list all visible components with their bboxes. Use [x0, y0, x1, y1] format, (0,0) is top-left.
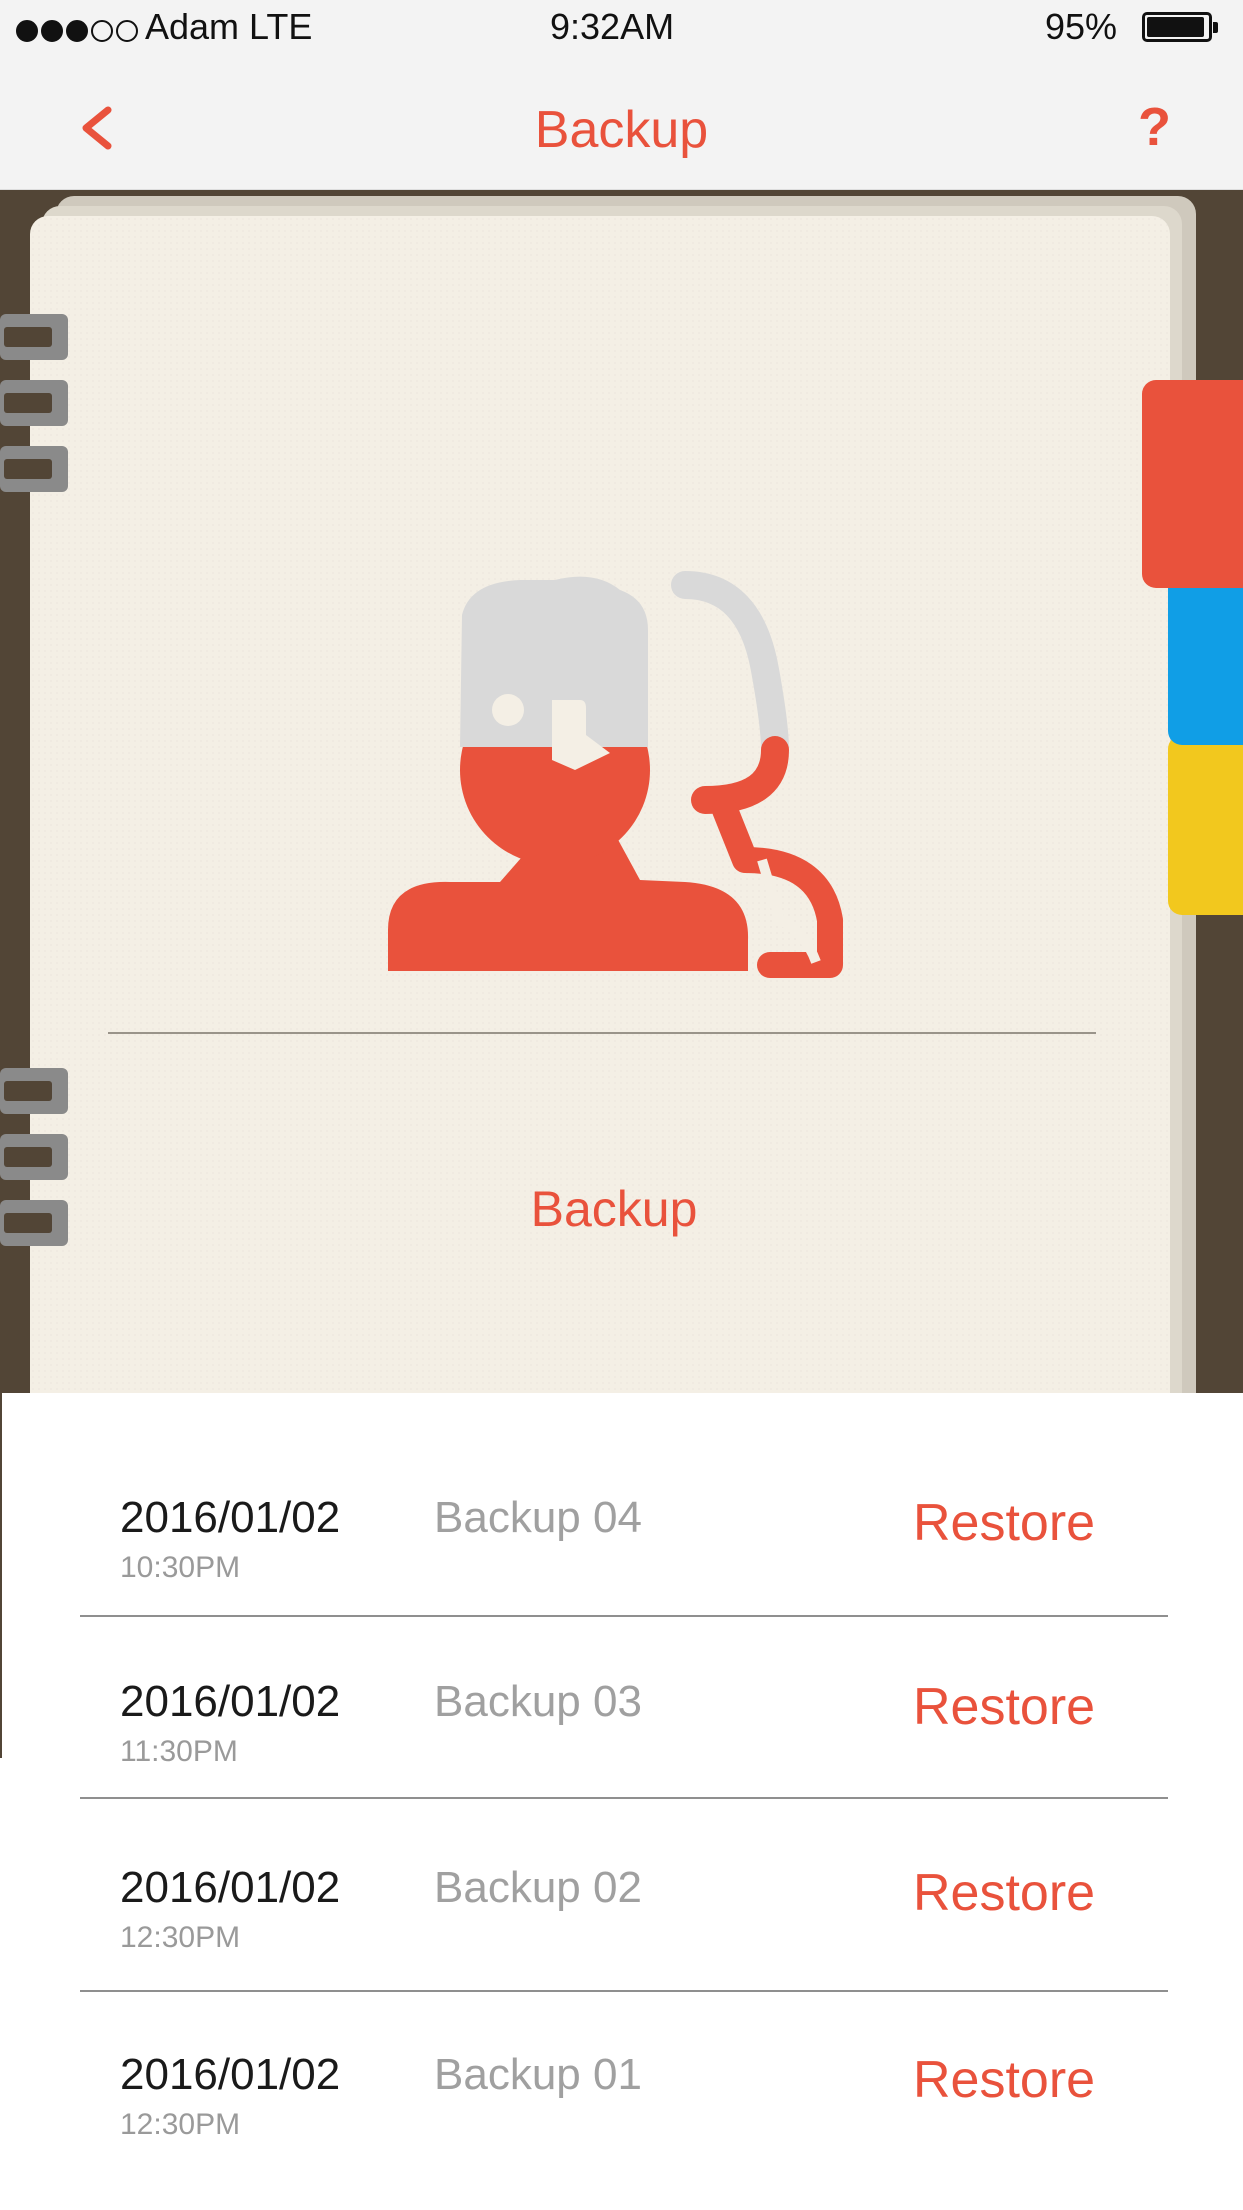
nav-bar: Backup ?	[0, 56, 1243, 190]
battery-percent: 95%	[1045, 6, 1118, 47]
clock: 9:32AM	[550, 6, 675, 47]
backup-date: 2016/01/02	[120, 1493, 341, 1542]
battery-icon	[1142, 12, 1218, 42]
backup-date: 2016/01/02	[120, 1863, 341, 1912]
backup-time: 11:30PM	[120, 1735, 238, 1768]
page-divider	[108, 1032, 1096, 1034]
list-item: 2016/01/02 12:30PM Backup 01 Restore	[0, 2050, 1243, 2210]
page-title: Backup	[534, 101, 709, 159]
backup-name: Backup 02	[434, 1863, 642, 1912]
list-item: 2016/01/02 10:30PM Backup 04 Restore	[0, 1493, 1243, 1683]
backup-time: 10:30PM	[120, 1551, 241, 1584]
help-button[interactable]: ?	[1138, 96, 1171, 158]
row-divider	[80, 1797, 1168, 1799]
restore-button[interactable]: Restore	[913, 2050, 1095, 2110]
restore-button[interactable]: Restore	[913, 1677, 1095, 1737]
backup-name: Backup 03	[434, 1677, 642, 1726]
list-item: 2016/01/02 11:30PM Backup 03 Restore	[0, 1677, 1243, 1867]
backup-time: 12:30PM	[120, 2108, 241, 2141]
screen: Adam LTE 9:32AM 95% Backup ? Backup 2016…	[0, 0, 1243, 2210]
spiral-ring	[0, 1068, 68, 1114]
backup-date: 2016/01/02	[120, 2050, 341, 2099]
backup-time: 12:30PM	[120, 1921, 241, 1954]
backup-date: 2016/01/02	[120, 1677, 341, 1726]
list-edge	[0, 1393, 2, 1758]
list-item: 2016/01/02 12:30PM Backup 02 Restore	[0, 1863, 1243, 2053]
spiral-ring	[0, 446, 68, 492]
restore-button[interactable]: Restore	[913, 1863, 1095, 1923]
tab-red[interactable]	[1142, 380, 1243, 588]
spiral-ring	[0, 380, 68, 426]
restore-button[interactable]: Restore	[913, 1493, 1095, 1553]
tab-yellow[interactable]	[1168, 735, 1243, 915]
person-with-headset-icon	[380, 560, 880, 980]
notebook-label: Backup	[530, 1181, 698, 1237]
row-divider	[80, 1615, 1168, 1617]
signal-dots-icon	[16, 8, 141, 50]
backup-list: 2016/01/02 10:30PM Backup 04 Restore 201…	[0, 1393, 1243, 2210]
spiral-ring	[0, 1134, 68, 1180]
row-divider	[80, 1990, 1168, 1992]
backup-name: Backup 01	[434, 2050, 642, 2099]
backup-name: Backup 04	[434, 1493, 642, 1542]
status-bar: Adam LTE 9:32AM 95%	[0, 0, 1243, 56]
carrier-label: Adam LTE	[145, 6, 313, 47]
spiral-ring	[0, 314, 68, 360]
